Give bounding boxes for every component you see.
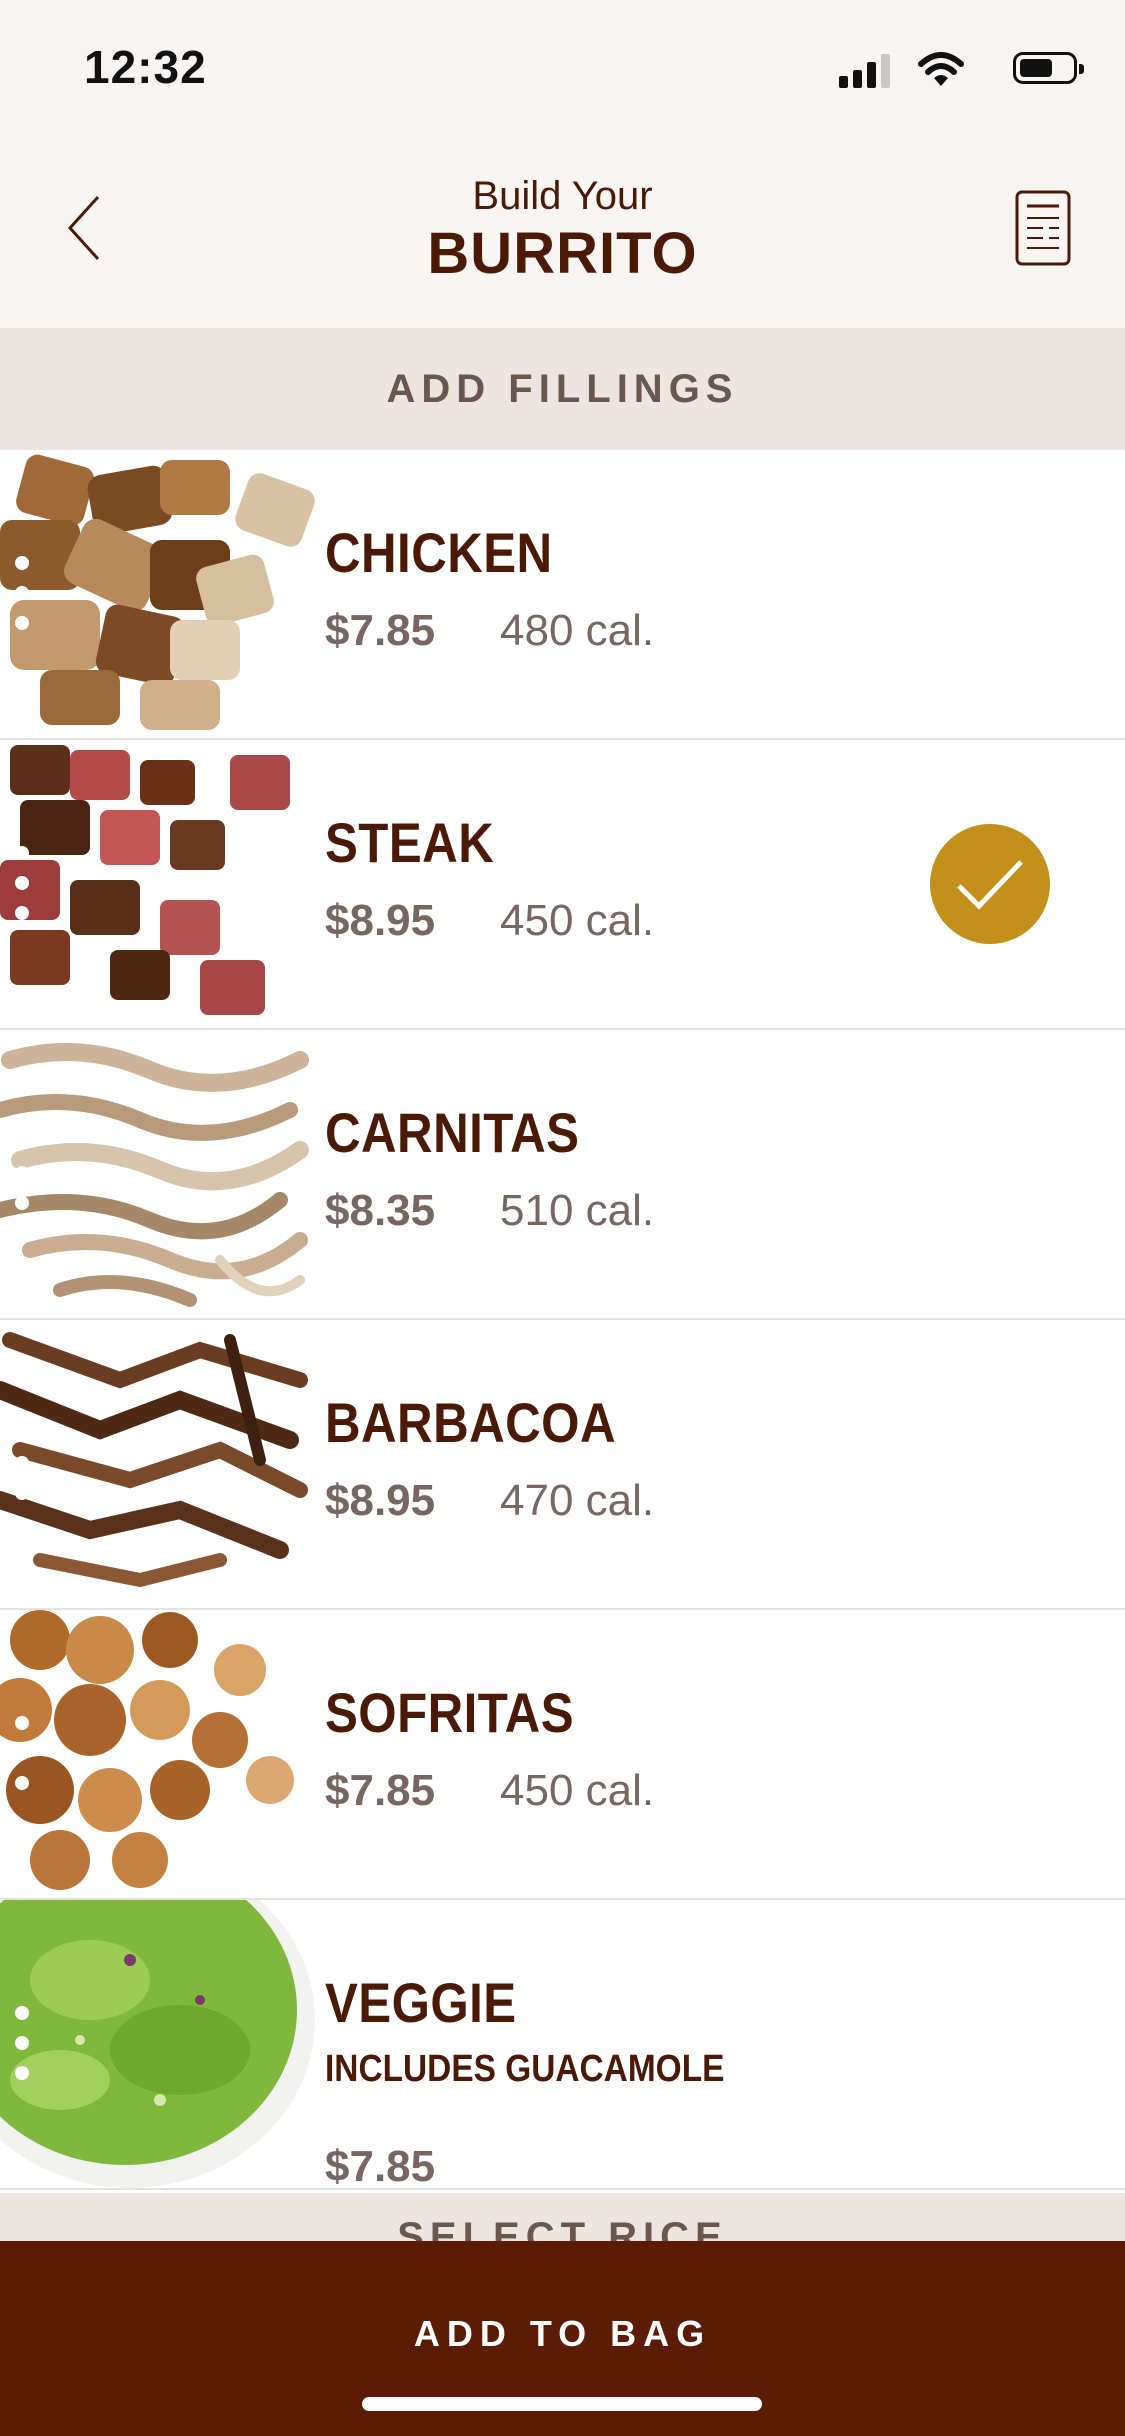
filling-subtitle: INCLUDES GUACAMOLE — [325, 2048, 725, 2090]
filling-price: $8.35 — [325, 1186, 436, 1235]
carousel-dots — [15, 1426, 29, 1506]
filling-calories: 510 cal. — [500, 1186, 655, 1235]
filling-item-barbacoa[interactable]: BARBACOA $8.95 470 cal. — [0, 1320, 1125, 1610]
carousel-dots — [15, 1136, 29, 1216]
checkmark-icon — [957, 860, 1023, 910]
add-to-bag-label: ADD TO BAG — [413, 2313, 712, 2354]
next-section-label: SELECT RICE — [397, 2215, 728, 2241]
section-label: ADD FILLINGS — [386, 366, 739, 411]
filling-item-veggie[interactable]: VEGGIE INCLUDES GUACAMOLE $7.85 — [0, 1900, 1125, 2191]
carousel-dots — [15, 2006, 29, 2086]
wifi-icon — [917, 50, 965, 90]
filling-name: CHICKEN — [325, 521, 553, 584]
filling-name: CARNITAS — [325, 1101, 580, 1164]
status-bar: 12:32 — [0, 0, 1125, 140]
filling-name: STEAK — [325, 811, 495, 874]
filling-price: $8.95 — [325, 896, 436, 945]
guacamole-image — [0, 1900, 318, 2188]
filling-price: $8.95 — [325, 1476, 436, 1525]
status-time: 12:32 — [84, 41, 207, 93]
filling-item-carnitas[interactable]: CARNITAS $8.35 510 cal. — [0, 1030, 1125, 1320]
nav-header: Build Your BURRITO — [0, 140, 1125, 328]
nutrition-menu-icon — [1015, 190, 1071, 266]
section-header-fillings: ADD FILLINGS — [0, 328, 1125, 450]
signal-icon — [839, 52, 895, 88]
fillings-list: CHICKEN $7.85 480 cal. STEAK $8.95 450 c… — [0, 450, 1125, 2191]
filling-item-chicken[interactable]: CHICKEN $7.85 480 cal. — [0, 450, 1125, 740]
nutrition-button[interactable] — [1013, 188, 1073, 268]
add-to-bag-button[interactable]: ADD TO BAG — [0, 2241, 1125, 2436]
filling-item-steak[interactable]: STEAK $8.95 450 cal. — [0, 740, 1125, 1030]
page-title-large: BURRITO — [427, 221, 698, 286]
carousel-dots — [15, 846, 29, 926]
chicken-image — [0, 450, 318, 738]
filling-price: $7.85 — [325, 1766, 436, 1815]
filling-calories: 450 cal. — [500, 896, 655, 945]
carousel-dots — [15, 556, 29, 636]
carousel-dots — [15, 1716, 29, 1796]
home-indicator[interactable] — [362, 2397, 762, 2411]
page-title: Build Your BURRITO — [0, 172, 1125, 288]
page-title-small: Build Your — [472, 174, 653, 218]
filling-name: BARBACOA — [325, 1391, 616, 1454]
filling-name: VEGGIE — [325, 1971, 517, 2034]
filling-price: $7.85 — [325, 606, 436, 655]
section-header-rice: SELECT RICE — [0, 2193, 1125, 2241]
status-icons — [785, 48, 1085, 92]
filling-price: $7.85 — [325, 2142, 436, 2191]
filling-calories: 480 cal. — [500, 606, 655, 655]
steak-image — [0, 740, 318, 1028]
filling-calories: 450 cal. — [500, 1766, 655, 1815]
sofritas-image — [0, 1610, 318, 1898]
carnitas-image — [0, 1030, 318, 1318]
barbacoa-image — [0, 1320, 318, 1608]
filling-item-sofritas[interactable]: SOFRITAS $7.85 450 cal. — [0, 1610, 1125, 1900]
selected-check[interactable] — [930, 824, 1050, 944]
battery-icon — [1013, 52, 1084, 84]
filling-name: SOFRITAS — [325, 1681, 575, 1744]
filling-calories: 470 cal. — [500, 1476, 655, 1525]
